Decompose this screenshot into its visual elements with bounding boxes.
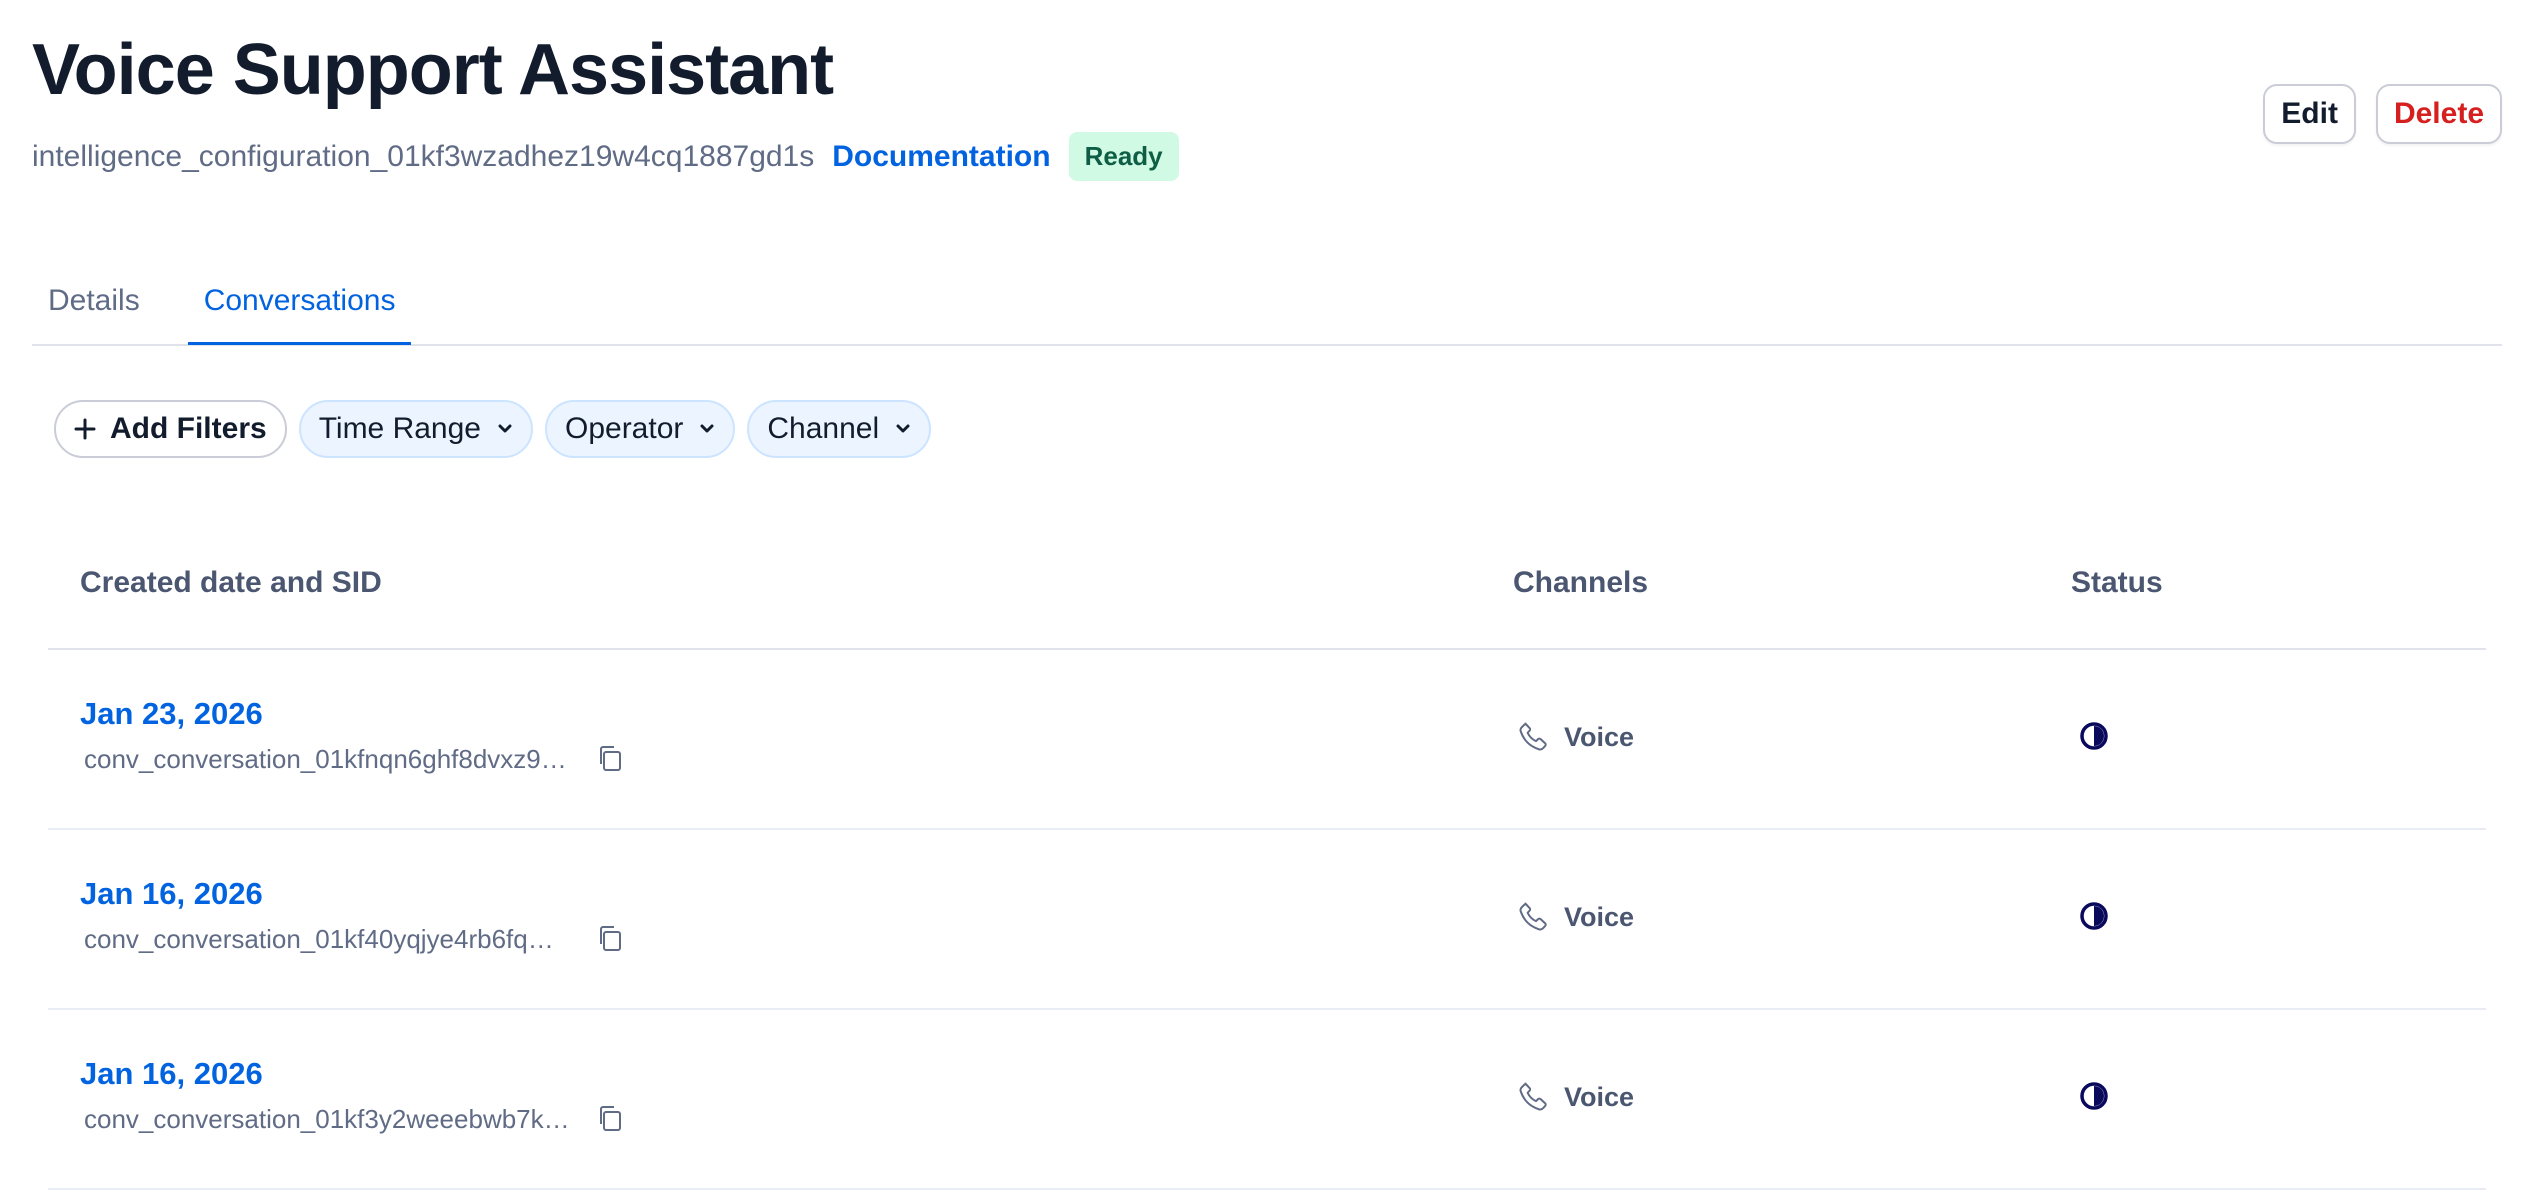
column-header-channels: Channels xyxy=(1513,566,1649,599)
channel-filter[interactable]: Channel xyxy=(747,400,932,458)
chevron-down-icon xyxy=(498,424,512,433)
channel-label: Voice xyxy=(1564,1081,1635,1112)
phone-icon xyxy=(1519,902,1547,931)
in-progress-icon xyxy=(2080,902,2108,930)
chevron-down-icon xyxy=(896,424,910,433)
chevron-down-icon xyxy=(700,424,714,433)
page-title: Voice Support Assistant xyxy=(32,30,834,110)
page-header: Voice Support Assistant intelligence_con… xyxy=(32,34,2502,181)
table-row: Jan 16, 2026 conv_conversation_01kf3y2we… xyxy=(48,1010,2486,1190)
conversations-table: Created date and SID Channels Status Jan… xyxy=(48,520,2486,1190)
time-range-label: Time Range xyxy=(318,412,481,445)
copy-icon[interactable] xyxy=(596,924,624,952)
operator-filter[interactable]: Operator xyxy=(544,400,736,458)
tab-conversations[interactable]: Conversations xyxy=(187,264,412,345)
channel-cell: Voice xyxy=(1516,900,1634,934)
tab-bar: Details Conversations xyxy=(32,264,2502,346)
conversation-date-link[interactable]: Jan 23, 2026 xyxy=(80,696,263,732)
channel-label: Voice xyxy=(1564,721,1635,752)
channel-cell: Voice xyxy=(1516,1080,1634,1114)
config-sid: intelligence_configuration_01kf3wzadhez1… xyxy=(32,139,815,173)
table-header: Created date and SID Channels Status xyxy=(48,520,2486,650)
channel-label: Channel xyxy=(767,412,880,445)
edit-button[interactable]: Edit xyxy=(2263,84,2356,144)
table-row: Jan 23, 2026 conv_conversation_01kfnqn6g… xyxy=(48,650,2486,830)
column-header-status: Status xyxy=(2071,566,2163,599)
in-progress-icon xyxy=(2080,1082,2108,1110)
conversation-date-link[interactable]: Jan 16, 2026 xyxy=(80,1056,263,1092)
in-progress-icon xyxy=(2080,722,2108,750)
copy-icon[interactable] xyxy=(596,1104,624,1132)
operator-label: Operator xyxy=(564,412,684,445)
time-range-filter[interactable]: Time Range xyxy=(298,400,533,458)
filter-bar: Add Filters Time Range Operator Channel xyxy=(54,400,932,458)
add-filters-label: Add Filters xyxy=(110,412,267,445)
documentation-link[interactable]: Documentation xyxy=(832,140,1050,174)
conversation-sid: conv_conversation_01kf3y2weeebwb7k… xyxy=(84,1104,570,1134)
config-subline: intelligence_configuration_01kf3wzadhez1… xyxy=(32,132,2502,181)
plus-icon xyxy=(74,418,96,440)
column-header-created: Created date and SID xyxy=(80,566,382,599)
table-row: Jan 16, 2026 conv_conversation_01kf40yqj… xyxy=(48,830,2486,1010)
tab-details[interactable]: Details xyxy=(32,264,156,342)
delete-button[interactable]: Delete xyxy=(2375,84,2502,144)
conversation-sid: conv_conversation_01kfnqn6ghf8dvxz9… xyxy=(84,744,567,774)
add-filters-button[interactable]: Add Filters xyxy=(54,400,287,458)
phone-icon xyxy=(1519,1082,1547,1111)
channel-label: Voice xyxy=(1564,901,1635,932)
status-badge: Ready xyxy=(1068,132,1179,181)
conversation-date-link[interactable]: Jan 16, 2026 xyxy=(80,876,263,912)
header-actions: Edit Delete xyxy=(2263,84,2502,144)
channel-cell: Voice xyxy=(1516,720,1634,754)
phone-icon xyxy=(1519,722,1547,751)
conversation-sid: conv_conversation_01kf40yqjye4rb6fq… xyxy=(84,924,554,954)
copy-icon[interactable] xyxy=(596,744,624,772)
